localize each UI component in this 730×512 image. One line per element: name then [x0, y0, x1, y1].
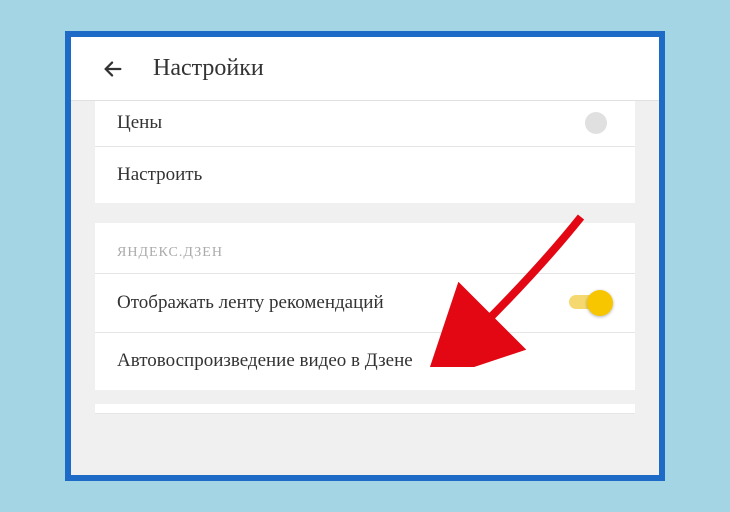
- toggle-show-feed[interactable]: [569, 290, 613, 316]
- back-arrow-icon[interactable]: [101, 57, 125, 81]
- page-title: Настройки: [153, 55, 264, 82]
- row-label: Автовоспроизведение видео в Дзене: [117, 349, 413, 374]
- app-frame: Настройки Цены Настроить ЯНДЕКС.ДЗЕН Ото…: [65, 31, 665, 481]
- row-autoplay[interactable]: Автовоспроизведение видео в Дзене: [95, 333, 635, 390]
- section-gap: [71, 203, 659, 223]
- header-bar: Настройки: [71, 37, 659, 101]
- row-label: Отображать ленту рекомендаций: [117, 291, 384, 316]
- section-zen: ЯНДЕКС.ДЗЕН Отображать ленту рекомендаци…: [95, 223, 635, 390]
- section-top: Цены Настроить: [95, 101, 635, 203]
- row-label: Настроить: [117, 163, 202, 188]
- section-gap: [71, 390, 659, 404]
- row-label: Цены: [117, 111, 162, 136]
- section-header-label: ЯНДЕКС.ДЗЕН: [117, 245, 223, 260]
- toggle-thumb: [587, 290, 613, 316]
- content-area: Цены Настроить ЯНДЕКС.ДЗЕН Отображать ле…: [71, 101, 659, 475]
- toggle-off-icon[interactable]: [585, 112, 607, 134]
- section-peek: [95, 404, 635, 414]
- section-header: ЯНДЕКС.ДЗЕН: [95, 223, 635, 274]
- row-prices[interactable]: Цены: [95, 101, 635, 147]
- row-configure[interactable]: Настроить: [95, 147, 635, 204]
- row-show-feed[interactable]: Отображать ленту рекомендаций: [95, 274, 635, 333]
